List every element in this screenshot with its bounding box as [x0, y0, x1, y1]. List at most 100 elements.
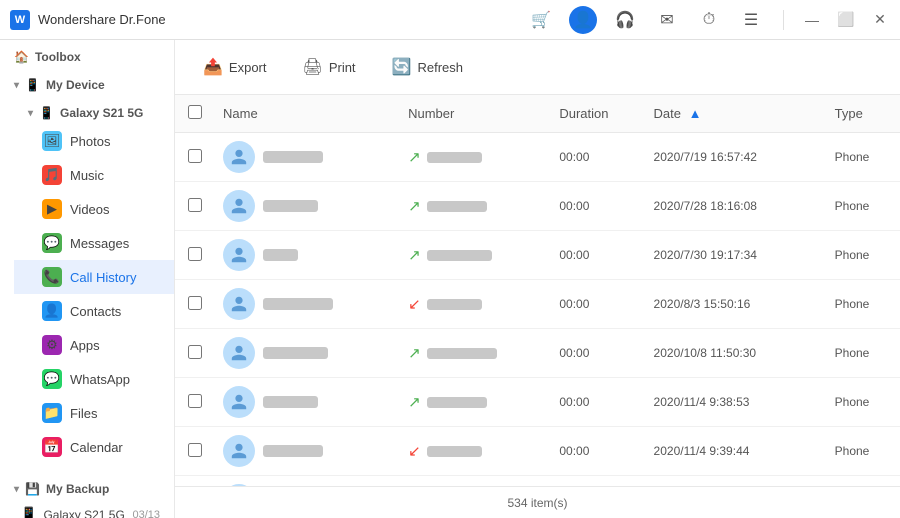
row-check-6[interactable]	[175, 427, 215, 476]
sidebar-item-photos[interactable]: 🖼 Photos	[14, 124, 174, 158]
refresh-button[interactable]: 🔄 Refresh	[384, 52, 471, 82]
sidebar-item-files[interactable]: 📁 Files	[14, 396, 174, 430]
contact-name-6	[263, 445, 323, 457]
row-check-4[interactable]	[175, 329, 215, 378]
contact-name-3	[263, 298, 333, 310]
row-check-5[interactable]	[175, 378, 215, 427]
row-duration-7: 00:00	[551, 476, 645, 487]
table-row[interactable]: ↙ 00:00 2020/8/3 15:50:16 Phone	[175, 280, 900, 329]
user-icon[interactable]: 👤	[569, 6, 597, 34]
headset-icon[interactable]: 🎧	[611, 6, 639, 34]
row-check-0[interactable]	[175, 133, 215, 182]
header-duration: Duration	[551, 95, 645, 133]
files-icon: 📁	[42, 403, 62, 423]
table-row[interactable]: ↗ 00:00 2020/11/24 10:59:31 Phone	[175, 476, 900, 487]
refresh-label: Refresh	[417, 60, 463, 75]
content-area: 📤 Export 🖨 Print 🔄 Refresh	[175, 40, 900, 518]
sidebar-mydevice-header[interactable]: ▾ 📱 My Device	[0, 68, 174, 96]
row-date-5: 2020/11/4 9:38:53	[646, 378, 827, 427]
call-direction-icon-4: ↗	[408, 344, 421, 362]
sidebar-item-videos[interactable]: ▶ Videos	[14, 192, 174, 226]
device-name-header[interactable]: ▾ 📱 Galaxy S21 5G	[14, 96, 174, 124]
header-check[interactable]	[175, 95, 215, 133]
header-date[interactable]: Date ▲	[646, 95, 827, 133]
row-date-1: 2020/7/28 18:16:08	[646, 182, 827, 231]
cart-icon[interactable]: 🛒	[527, 6, 555, 34]
export-button[interactable]: 📤 Export	[195, 52, 275, 82]
print-button[interactable]: 🖨 Print	[295, 52, 364, 82]
sidebar-item-apps[interactable]: ⚙ Apps	[14, 328, 174, 362]
app-logo: W	[10, 10, 30, 30]
sidebar-item-callhistory[interactable]: 📞 Call History	[14, 260, 174, 294]
row-type-5: Phone	[827, 378, 900, 427]
phone-number-3	[427, 299, 482, 310]
sidebar-item-calendar[interactable]: 📅 Calendar	[14, 430, 174, 464]
table-row[interactable]: ↗ 00:00 2020/7/19 16:57:42 Phone	[175, 133, 900, 182]
videos-icon: ▶	[42, 199, 62, 219]
mybackup-label: My Backup	[46, 482, 109, 496]
history-icon[interactable]: ⏱	[695, 6, 723, 34]
sidebar-item-whatsapp[interactable]: 💬 WhatsApp	[14, 362, 174, 396]
sidebar-mybackup-header[interactable]: ▾ 💾 My Backup	[0, 472, 174, 500]
contact-name-1	[263, 200, 318, 212]
table-header-row: Name Number Duration Date ▲	[175, 95, 900, 133]
call-direction-icon-1: ↗	[408, 197, 421, 215]
row-name-5	[215, 378, 400, 427]
row-name-4	[215, 329, 400, 378]
row-checkbox-2[interactable]	[188, 247, 202, 261]
sidebar: 🏠 Toolbox ▾ 📱 My Device ▾ 📱 Galaxy S21 5…	[0, 40, 175, 518]
sidebar-item-contacts[interactable]: 👤 Contacts	[14, 294, 174, 328]
music-label: Music	[70, 168, 104, 183]
call-direction-icon-5: ↗	[408, 393, 421, 411]
table-row[interactable]: ↗ 00:00 2020/7/30 19:17:34 Phone	[175, 231, 900, 280]
contacts-icon: 👤	[42, 301, 62, 321]
close-button[interactable]: ✕	[870, 10, 890, 30]
restore-button[interactable]: ⬜	[836, 10, 856, 30]
table-row[interactable]: ↗ 00:00 2020/7/28 18:16:08 Phone	[175, 182, 900, 231]
row-checkbox-1[interactable]	[188, 198, 202, 212]
apps-icon: ⚙	[42, 335, 62, 355]
row-check-3[interactable]	[175, 280, 215, 329]
row-check-2[interactable]	[175, 231, 215, 280]
device-arrow: ▾	[28, 108, 33, 119]
row-checkbox-3[interactable]	[188, 296, 202, 310]
messages-icon: 💬	[42, 233, 62, 253]
call-direction-icon-0: ↗	[408, 148, 421, 166]
files-label: Files	[70, 406, 97, 421]
row-checkbox-4[interactable]	[188, 345, 202, 359]
call-direction-icon-6: ↙	[408, 442, 421, 460]
avatar-0	[223, 141, 255, 173]
row-number-6: ↙	[400, 427, 551, 476]
row-check-1[interactable]	[175, 182, 215, 231]
row-checkbox-6[interactable]	[188, 443, 202, 457]
row-number-1: ↗	[400, 182, 551, 231]
calendar-icon: 📅	[42, 437, 62, 457]
row-duration-6: 00:00	[551, 427, 645, 476]
toolbox-icon: 🏠	[14, 50, 29, 64]
select-all-checkbox[interactable]	[188, 105, 202, 119]
mail-icon[interactable]: ✉	[653, 6, 681, 34]
minimize-button[interactable]: —	[802, 10, 822, 30]
table-row[interactable]: ↗ 00:00 2020/10/8 11:50:30 Phone	[175, 329, 900, 378]
menu-icon[interactable]: ☰	[737, 6, 765, 34]
row-type-0: Phone	[827, 133, 900, 182]
row-date-0: 2020/7/19 16:57:42	[646, 133, 827, 182]
backup-item-0[interactable]: 📱 Galaxy S21 5G 03/13	[0, 500, 174, 518]
row-check-7[interactable]	[175, 476, 215, 487]
row-number-3: ↙	[400, 280, 551, 329]
sidebar-toolbox-header[interactable]: 🏠 Toolbox	[0, 40, 174, 68]
table-row[interactable]: ↙ 00:00 2020/11/4 9:39:44 Phone	[175, 427, 900, 476]
titlebar-actions: 🛒 👤 🎧 ✉ ⏱ ☰ — ⬜ ✕	[527, 6, 890, 34]
row-checkbox-5[interactable]	[188, 394, 202, 408]
row-checkbox-0[interactable]	[188, 149, 202, 163]
sidebar-item-messages[interactable]: 💬 Messages	[14, 226, 174, 260]
table-row[interactable]: ↗ 00:00 2020/11/4 9:38:53 Phone	[175, 378, 900, 427]
contacts-label: Contacts	[70, 304, 121, 319]
header-number: Number	[400, 95, 551, 133]
row-type-4: Phone	[827, 329, 900, 378]
sidebar-item-music[interactable]: 🎵 Music	[14, 158, 174, 192]
print-icon: 🖨	[303, 57, 323, 77]
app-title: Wondershare Dr.Fone	[38, 12, 527, 27]
mydevice-icon: 📱	[25, 78, 40, 92]
toolbox-label: Toolbox	[35, 50, 81, 64]
